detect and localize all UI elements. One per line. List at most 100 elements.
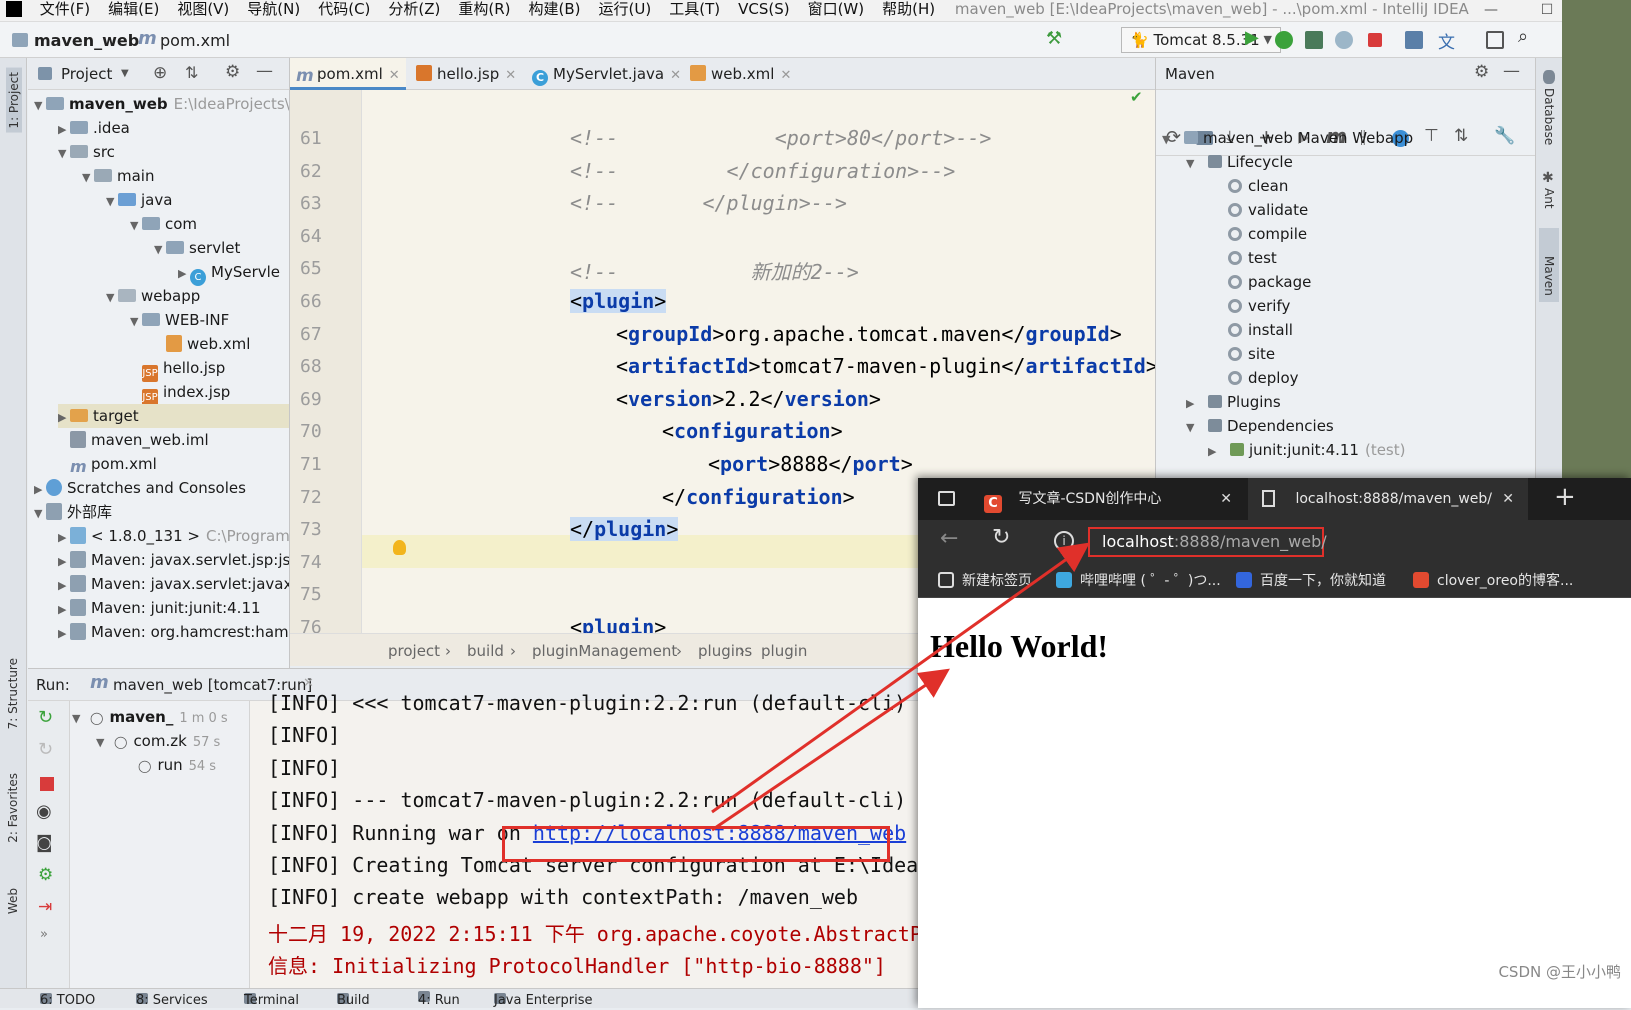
presentation-icon[interactable] <box>1486 31 1504 49</box>
run-tree-item[interactable]: ▼ ◯ maven_ 1 m 0 s <box>72 705 228 729</box>
maven-tree-item[interactable]: ▼ Dependencies <box>1186 414 1334 438</box>
menu-item[interactable]: 重构(R) <box>449 0 519 18</box>
chevron-down-icon[interactable]: ▼ <box>82 166 94 190</box>
wrench-icon[interactable]: 🔧 <box>1494 126 1515 146</box>
project-tree-item[interactable]: ▶ Maven: org.hamcrest:ham <box>58 620 289 644</box>
stop-icon[interactable] <box>1368 33 1382 47</box>
chevron-right-icon[interactable]: ▶ <box>34 478 46 502</box>
nav-file[interactable]: pom.xml <box>160 31 230 50</box>
browser-tab-csdn[interactable]: C 写文章-CSDN创作中心 ✕ <box>974 478 1246 520</box>
bookmark-clover[interactable]: clover_oreo的博客... <box>1413 570 1573 590</box>
run-icon[interactable]: ▶ <box>1245 27 1263 48</box>
url-input[interactable]: localhost:8888/maven_web/ <box>1088 527 1327 557</box>
project-tree-item[interactable]: ▼ java <box>106 188 172 212</box>
close-icon[interactable]: ✕ <box>1502 478 1514 520</box>
close-icon[interactable]: ✕ <box>303 676 314 691</box>
tool-ant[interactable]: Ant <box>1542 188 1556 209</box>
nav-project[interactable]: maven_web <box>34 31 139 50</box>
editor-tab-myservlet-java[interactable]: C MyServlet.java ✕ <box>526 58 687 90</box>
project-tree-item[interactable]: ▼ com <box>130 212 197 236</box>
chevron-down-icon[interactable]: ▼ <box>130 310 142 334</box>
chevron-down-icon[interactable]: ▼ <box>1186 416 1198 440</box>
collapse-icon[interactable]: ⇅ <box>185 63 198 82</box>
project-tree-item[interactable]: ▶ C MyServle <box>178 260 280 286</box>
chevron-down-icon[interactable]: ▼ <box>96 731 108 755</box>
browser-tab-localhost[interactable]: localhost:8888/maven_web/ ✕ <box>1248 478 1528 520</box>
chevron-down-icon[interactable]: ▼ <box>121 68 129 79</box>
search-icon[interactable]: ⌕ <box>1518 26 1536 47</box>
menu-item[interactable]: 编辑(E) <box>99 0 168 18</box>
maven-tree-item[interactable]: validate <box>1228 198 1308 222</box>
chevron-down-icon[interactable]: ▼ <box>58 142 70 166</box>
close-icon[interactable]: ✕ <box>780 68 791 83</box>
project-tree-item[interactable]: ▼ WEB-INF <box>130 308 229 332</box>
profile-icon[interactable] <box>1335 31 1353 49</box>
translate-icon[interactable]: 文 <box>1438 28 1456 53</box>
rerun-icon[interactable]: ↻ <box>38 707 53 728</box>
chevron-right-icon[interactable]: ▶ <box>1186 392 1198 416</box>
rerun-failed-icon[interactable]: ↻ <box>38 739 53 760</box>
maven-tree-item[interactable]: test <box>1228 246 1277 270</box>
chevron-right-icon[interactable]: ▶ <box>1208 440 1220 464</box>
gear-icon[interactable]: ⚙ <box>1474 62 1489 82</box>
stop-icon[interactable] <box>40 777 54 791</box>
chevron-down-icon[interactable]: ▼ <box>106 286 118 310</box>
collapse-all-icon[interactable]: ⇅ <box>1454 126 1468 146</box>
bookmark-bilibili[interactable]: 哔哩哔哩 ( ゜- ゜)つ... <box>1056 570 1221 590</box>
gear-icon[interactable]: ⚙ <box>225 62 240 82</box>
menu-item[interactable]: 运行(U) <box>590 0 661 18</box>
maven-tree-item[interactable]: package <box>1228 270 1311 294</box>
menu-item[interactable]: 代码(C) <box>309 0 379 18</box>
breadcrumb-item[interactable]: project <box>388 642 440 660</box>
bookmark-new-tab[interactable]: 新建标签页 <box>938 570 1032 590</box>
project-tree-item[interactable]: ▼ webapp <box>106 284 200 308</box>
maven-tree-item[interactable]: ▶ junit:junit:4.11 (test) <box>1208 438 1405 462</box>
editor-tab-web-xml[interactable]: web.xml ✕ <box>684 58 797 90</box>
close-icon[interactable]: ✕ <box>505 68 516 83</box>
project-tree-item[interactable]: ▶ Maven: junit:junit:4.11 <box>58 596 261 620</box>
close-icon[interactable]: ✕ <box>389 68 400 83</box>
project-tree-item[interactable]: maven_web.iml <box>58 428 209 452</box>
site-info-icon[interactable]: i <box>1054 531 1074 551</box>
intention-bulb-icon[interactable] <box>393 540 406 555</box>
chevron-right-icon[interactable]: ▶ <box>58 598 70 622</box>
project-tree-item[interactable]: ▶ < 1.8.0_131 > C:\Program <box>58 524 289 550</box>
tool-project[interactable]: 1: Project <box>6 68 22 133</box>
tool-web[interactable]: Web <box>6 888 20 914</box>
menu-item[interactable]: 工具(T) <box>660 0 729 18</box>
close-icon[interactable]: ✕ <box>1220 478 1232 520</box>
menu-item[interactable]: 视图(V) <box>168 0 238 18</box>
camera-icon[interactable]: ◙ <box>36 833 53 853</box>
build-hammer-icon[interactable]: ⚒ <box>1046 28 1064 49</box>
project-tree-item[interactable]: ▼ 外部库 <box>34 500 112 524</box>
bookmark-baidu[interactable]: 百度一下，你就知道 <box>1236 570 1386 590</box>
tool-maven[interactable]: Maven <box>1539 228 1559 302</box>
maven-tree-item[interactable]: install <box>1228 318 1293 342</box>
project-tree-item[interactable]: ▶ target <box>58 404 289 430</box>
new-tab-icon[interactable]: + <box>1554 482 1576 512</box>
project-tree-item[interactable]: ▶ Scratches and Consoles <box>34 476 246 500</box>
maven-tree-item[interactable]: ▼ Lifecycle <box>1186 150 1293 174</box>
project-tree-item[interactable]: ▼ maven_web E:\IdeaProjects\ <box>34 92 289 116</box>
chevron-down-icon[interactable]: ▼ <box>1186 152 1198 176</box>
chevron-right-icon[interactable]: ▶ <box>58 526 70 550</box>
chevron-down-icon[interactable]: ▼ <box>106 190 118 214</box>
project-tree-item[interactable]: JSP index.jsp <box>130 380 230 406</box>
chevron-right-icon[interactable]: ▶ <box>58 406 70 430</box>
close-icon[interactable]: ✕ <box>670 68 681 83</box>
chevron-down-icon[interactable]: ▼ <box>1162 128 1174 152</box>
project-tree-item[interactable]: ▶ Maven: javax.servlet:javax. <box>58 572 289 596</box>
maven-tree-item[interactable]: deploy <box>1228 366 1299 390</box>
breadcrumb-item[interactable]: pluginManagement <box>532 642 677 660</box>
run-tree-item[interactable]: ◯ run 54 s <box>120 753 216 777</box>
tool-structure[interactable]: 7: Structure <box>6 658 20 729</box>
project-tree-item[interactable]: ▶ Maven: javax.servlet.jsp:jsp <box>58 548 289 572</box>
chevron-right-icon[interactable]: ▶ <box>58 118 70 142</box>
project-tree-item[interactable]: ▼ src <box>58 140 115 164</box>
project-tree-item[interactable]: JSP hello.jsp <box>130 356 225 382</box>
editor-tab-hello-jsp[interactable]: hello.jsp ✕ <box>410 58 522 90</box>
chevron-down-icon[interactable]: ▼ <box>34 502 46 526</box>
maven-tree-item[interactable]: compile <box>1228 222 1307 246</box>
tool-database[interactable]: Database <box>1542 88 1556 145</box>
back-icon[interactable]: ← <box>940 526 958 551</box>
